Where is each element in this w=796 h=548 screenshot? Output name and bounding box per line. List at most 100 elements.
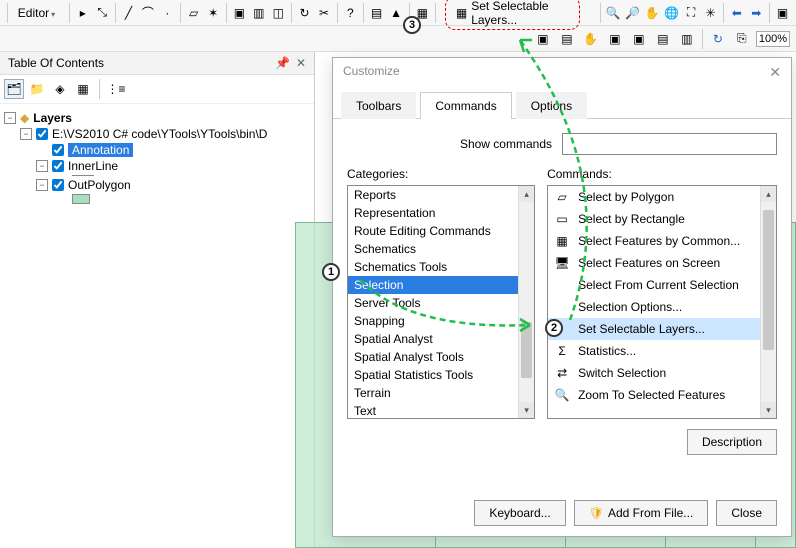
tool-icon[interactable]: ▣	[604, 28, 626, 50]
rotate-tool-icon[interactable]: ↻	[296, 2, 313, 24]
search-input[interactable]	[562, 133, 777, 155]
collapse-icon[interactable]: −	[4, 112, 16, 124]
forward-icon[interactable]: ➡	[748, 2, 765, 24]
set-selectable-layers-pill[interactable]: ▦ Set Selectable Layers...	[445, 0, 580, 30]
command-item[interactable]: ▱Select by Polygon	[548, 186, 760, 208]
separator	[337, 3, 338, 23]
command-item[interactable]: 🖥Select Features on Screen	[548, 252, 760, 274]
keyboard-button[interactable]: Keyboard...	[474, 500, 565, 526]
tab-toolbars[interactable]: Toolbars	[341, 92, 416, 119]
reshape-tool-icon[interactable]: ▥	[250, 2, 267, 24]
select-features-icon[interactable]: ▣	[774, 2, 791, 24]
refresh-icon[interactable]: ↻	[707, 28, 729, 50]
pan-icon[interactable]: ✋	[643, 2, 660, 24]
command-item[interactable]: Select From Current Selection	[548, 274, 760, 296]
command-item[interactable]: ΣStatistics...	[548, 340, 760, 362]
pin-icon[interactable]: 📌	[275, 56, 290, 70]
visibility-checkbox[interactable]	[52, 160, 64, 172]
shield-icon: 🛡	[589, 506, 604, 520]
arrow-tool-icon[interactable]: ⤡	[93, 2, 110, 24]
separator	[363, 3, 364, 23]
tab-commands[interactable]: Commands	[420, 92, 511, 119]
close-icon[interactable]: ✕	[296, 56, 306, 70]
category-item[interactable]: Route Editing Commands	[348, 222, 518, 240]
polygon-tool-icon[interactable]: ▱	[185, 2, 202, 24]
cut-tool-icon[interactable]: ✂	[315, 2, 332, 24]
scroll-down-icon[interactable]: ▾	[519, 402, 534, 418]
category-item[interactable]: Spatial Analyst Tools	[348, 348, 518, 366]
expand-icon[interactable]: ⛶	[682, 2, 699, 24]
category-item[interactable]: Schematics	[348, 240, 518, 258]
full-extent-icon[interactable]: 🌐	[663, 2, 680, 24]
list-by-selection-icon[interactable]: ▦	[73, 79, 93, 99]
category-item[interactable]: Representation	[348, 204, 518, 222]
close-button[interactable]: Close	[716, 500, 777, 526]
command-item[interactable]: ▭Select by Rectangle	[548, 208, 760, 230]
scroll-down-icon[interactable]: ▾	[761, 402, 776, 418]
collapse-icon[interactable]: −	[36, 179, 48, 191]
tree-root[interactable]: − ◆ Layers	[4, 110, 310, 126]
collapse-icon[interactable]: −	[36, 160, 48, 172]
command-item[interactable]: Selection Options...	[548, 296, 760, 318]
tool-icon[interactable]: ▣	[628, 28, 650, 50]
scrollbar[interactable]: ▴ ▾	[760, 186, 776, 418]
visibility-checkbox[interactable]	[52, 179, 64, 191]
collapse-icon[interactable]: −	[20, 128, 32, 140]
tree-dataframe[interactable]: − E:\VS2010 C# code\YTools\YTools\bin\D	[4, 126, 310, 142]
scrollbar[interactable]: ▴ ▾	[518, 186, 534, 418]
visibility-checkbox[interactable]	[52, 144, 64, 156]
command-item[interactable]: Set Selectable Layers...	[548, 318, 760, 340]
back-icon[interactable]: ⬅	[728, 2, 745, 24]
description-button[interactable]: Description	[687, 429, 777, 455]
tab-options[interactable]: Options	[516, 92, 587, 119]
arc-tool-icon[interactable]: ⌒	[139, 2, 156, 24]
tool-icon[interactable]: ▣	[532, 28, 554, 50]
category-item[interactable]: Reports	[348, 186, 518, 204]
list-by-drawing-icon[interactable]: 🗂	[4, 79, 24, 99]
category-item[interactable]: Schematics Tools	[348, 258, 518, 276]
add-from-file-button[interactable]: 🛡Add From File...	[574, 500, 709, 526]
tree-layer-innerline[interactable]: − InnerLine	[4, 158, 310, 174]
categories-listbox[interactable]: ReportsRepresentationRoute Editing Comma…	[347, 185, 535, 419]
commands-listbox[interactable]: ▱Select by Polygon▭Select by Rectangle▦S…	[547, 185, 777, 419]
help-icon[interactable]: ?	[342, 2, 359, 24]
separator	[115, 3, 116, 23]
tree-layer-annotation[interactable]: Annotation	[4, 142, 310, 158]
play-icon[interactable]: ▸	[74, 2, 91, 24]
command-item[interactable]: 🔍Zoom To Selected Features	[548, 384, 760, 406]
category-item[interactable]: Text	[348, 402, 518, 418]
radial-tool-icon[interactable]: ✶	[204, 2, 221, 24]
category-item[interactable]: Selection	[348, 276, 518, 294]
point-tool-icon[interactable]: ·	[159, 2, 176, 24]
zoom-out-icon[interactable]: 🔎	[624, 2, 641, 24]
tool-icon[interactable]: ▤	[556, 28, 578, 50]
tool-icon[interactable]: ▥	[676, 28, 698, 50]
scroll-up-icon[interactable]: ▴	[761, 186, 776, 202]
collapse-icon[interactable]: ✳	[702, 2, 719, 24]
vertex-tool-icon[interactable]: ▣	[231, 2, 248, 24]
tree-layer-outpolygon[interactable]: − OutPolygon	[4, 177, 310, 193]
editor-dropdown[interactable]: Editor	[11, 3, 66, 23]
export-icon[interactable]: ⎘	[731, 28, 753, 50]
close-icon[interactable]: ✕	[769, 64, 781, 81]
zoom-percent[interactable]: 100%	[756, 31, 790, 47]
tool-icon[interactable]: ▤	[652, 28, 674, 50]
category-item[interactable]: Server Tools	[348, 294, 518, 312]
line-tool-icon[interactable]: ╱	[120, 2, 137, 24]
command-item[interactable]: ⇄Switch Selection	[548, 362, 760, 384]
split-tool-icon[interactable]: ◫	[270, 2, 287, 24]
category-item[interactable]: Snapping	[348, 312, 518, 330]
options-icon[interactable]: ⋮≡	[106, 79, 126, 99]
list-by-visibility-icon[interactable]: ◈	[50, 79, 70, 99]
category-item[interactable]: Spatial Analyst	[348, 330, 518, 348]
list-by-source-icon[interactable]: 📁	[27, 79, 47, 99]
category-item[interactable]: Terrain	[348, 384, 518, 402]
sketch-icon[interactable]: ▲	[387, 2, 404, 24]
tool-icon[interactable]: ✋	[580, 28, 602, 50]
visibility-checkbox[interactable]	[36, 128, 48, 140]
zoom-in-icon[interactable]: 🔍	[604, 2, 621, 24]
command-item[interactable]: ▦Select Features by Common...	[548, 230, 760, 252]
scroll-up-icon[interactable]: ▴	[519, 186, 534, 202]
category-item[interactable]: Spatial Statistics Tools	[348, 366, 518, 384]
table-icon[interactable]: ▤	[368, 2, 385, 24]
